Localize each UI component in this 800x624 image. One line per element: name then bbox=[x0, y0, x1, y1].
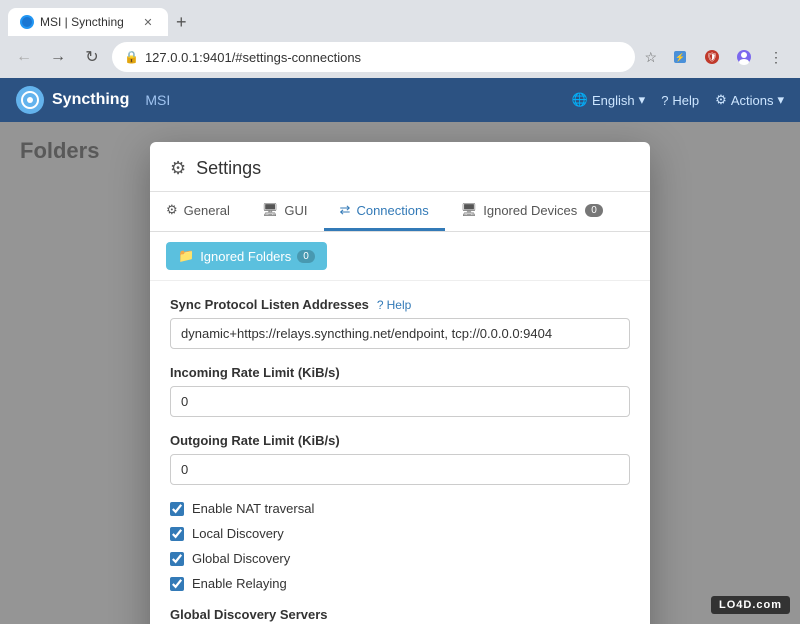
general-tab-label: General bbox=[184, 203, 230, 218]
ignored-devices-tab-label: Ignored Devices bbox=[483, 203, 577, 218]
general-tab-icon: ⚙ bbox=[166, 202, 178, 218]
modal-overlay: ⚙ Settings ⚙ General 🖥 GUI ⇄ Conne bbox=[0, 122, 800, 624]
modal-body: Sync Protocol Listen Addresses ? Help In… bbox=[150, 281, 650, 624]
svg-text:⚡: ⚡ bbox=[675, 52, 685, 62]
global-discovery-row: Global Discovery bbox=[170, 551, 630, 566]
gui-tab-icon: 🖥 bbox=[262, 202, 279, 218]
incoming-rate-label: Incoming Rate Limit (KiB/s) bbox=[170, 365, 340, 380]
tab-title: MSI | Syncthing bbox=[40, 15, 134, 29]
ignored-folders-subtab[interactable]: 📁 Ignored Folders 0 bbox=[166, 242, 327, 270]
help-icon: ? bbox=[661, 93, 668, 108]
question-icon: ? bbox=[377, 298, 384, 312]
global-discovery-servers-section: Global Discovery Servers bbox=[170, 607, 630, 624]
nat-traversal-checkbox[interactable] bbox=[170, 502, 184, 516]
listen-addresses-input[interactable] bbox=[170, 318, 630, 349]
back-button[interactable]: ← bbox=[10, 43, 38, 71]
modal-title: Settings bbox=[196, 158, 261, 179]
help-label: Help bbox=[672, 93, 699, 108]
modal-header: ⚙ Settings bbox=[150, 142, 650, 192]
ignored-folders-label: Ignored Folders bbox=[200, 249, 291, 264]
tab-close-button[interactable]: ✕ bbox=[140, 14, 156, 30]
language-chevron: ▾ bbox=[639, 92, 646, 108]
app-logo: Syncthing MSI bbox=[16, 86, 170, 114]
nat-traversal-row: Enable NAT traversal bbox=[170, 501, 630, 516]
profile-icon[interactable] bbox=[730, 43, 758, 71]
tabs-row: ⚙ General 🖥 GUI ⇄ Connections 🖥 Ignored … bbox=[150, 192, 650, 232]
extension-icon-2[interactable]: 🛡 bbox=[698, 43, 726, 71]
address-bar[interactable]: 🔒 127.0.0.1:9401/#settings-connections bbox=[112, 42, 635, 72]
language-button[interactable]: 🌐 English ▾ bbox=[572, 92, 645, 108]
lock-icon: 🔒 bbox=[124, 50, 139, 64]
listen-addresses-section: Sync Protocol Listen Addresses ? Help bbox=[170, 297, 630, 349]
local-discovery-checkbox[interactable] bbox=[170, 527, 184, 541]
folder-icon: 📁 bbox=[178, 248, 194, 264]
tab-favicon bbox=[20, 15, 34, 29]
reload-button[interactable]: ↻ bbox=[78, 43, 106, 71]
nat-traversal-label: Enable NAT traversal bbox=[192, 501, 314, 516]
help-button[interactable]: ? Help bbox=[661, 93, 699, 108]
help-label-text: Help bbox=[387, 298, 412, 312]
tab-general[interactable]: ⚙ General bbox=[150, 192, 246, 231]
outgoing-rate-section: Outgoing Rate Limit (KiB/s) bbox=[170, 433, 630, 485]
address-text: 127.0.0.1:9401/#settings-connections bbox=[145, 50, 623, 65]
listen-addresses-label: Sync Protocol Listen Addresses bbox=[170, 297, 369, 312]
global-discovery-checkbox[interactable] bbox=[170, 552, 184, 566]
local-discovery-row: Local Discovery bbox=[170, 526, 630, 541]
actions-chevron: ▾ bbox=[777, 92, 784, 108]
settings-gear-icon: ⚙ bbox=[170, 158, 186, 179]
tab-gui[interactable]: 🖥 GUI bbox=[246, 192, 324, 231]
global-discovery-label: Global Discovery bbox=[192, 551, 290, 566]
actions-button[interactable]: ⚙ Actions ▾ bbox=[715, 92, 784, 108]
watermark: LO4D.com bbox=[711, 596, 790, 614]
incoming-rate-input[interactable] bbox=[170, 386, 630, 417]
new-tab-button[interactable]: + bbox=[168, 8, 195, 36]
subtabs-row: 📁 Ignored Folders 0 bbox=[150, 232, 650, 281]
language-label: English bbox=[592, 93, 635, 108]
outgoing-rate-label: Outgoing Rate Limit (KiB/s) bbox=[170, 433, 340, 448]
ignored-folders-badge: 0 bbox=[297, 250, 315, 263]
global-discovery-servers-label-row: Global Discovery Servers bbox=[170, 607, 630, 622]
outgoing-rate-input[interactable] bbox=[170, 454, 630, 485]
gear-icon: ⚙ bbox=[715, 92, 727, 108]
connections-tab-icon: ⇄ bbox=[340, 202, 351, 218]
gui-tab-label: GUI bbox=[284, 203, 307, 218]
bookmark-button[interactable]: ☆ bbox=[641, 49, 660, 66]
checkboxes-section: Enable NAT traversal Local Discovery Glo… bbox=[170, 501, 630, 591]
listen-addresses-label-row: Sync Protocol Listen Addresses ? Help bbox=[170, 297, 630, 312]
enable-relaying-label: Enable Relaying bbox=[192, 576, 287, 591]
actions-label: Actions bbox=[731, 93, 774, 108]
instance-name: MSI bbox=[145, 92, 170, 108]
svg-text:🛡: 🛡 bbox=[706, 52, 717, 62]
logo-icon bbox=[16, 86, 44, 114]
extension-icon-1[interactable]: ⚡ bbox=[666, 43, 694, 71]
incoming-rate-section: Incoming Rate Limit (KiB/s) bbox=[170, 365, 630, 417]
listen-addresses-help[interactable]: ? Help bbox=[377, 298, 411, 312]
browser-tab[interactable]: MSI | Syncthing ✕ bbox=[8, 8, 168, 36]
tab-ignored-devices[interactable]: 🖥 Ignored Devices 0 bbox=[445, 192, 619, 231]
global-discovery-servers-label: Global Discovery Servers bbox=[170, 607, 328, 622]
outgoing-rate-label-row: Outgoing Rate Limit (KiB/s) bbox=[170, 433, 630, 448]
enable-relaying-row: Enable Relaying bbox=[170, 576, 630, 591]
forward-button[interactable]: → bbox=[44, 43, 72, 71]
local-discovery-label: Local Discovery bbox=[192, 526, 284, 541]
ignored-devices-tab-icon: 🖥 bbox=[461, 202, 478, 218]
incoming-rate-label-row: Incoming Rate Limit (KiB/s) bbox=[170, 365, 630, 380]
enable-relaying-checkbox[interactable] bbox=[170, 577, 184, 591]
settings-modal: ⚙ Settings ⚙ General 🖥 GUI ⇄ Conne bbox=[150, 142, 650, 624]
header-actions: 🌐 English ▾ ? Help ⚙ Actions ▾ bbox=[572, 92, 784, 108]
app-header: Syncthing MSI 🌐 English ▾ ? Help ⚙ Actio… bbox=[0, 78, 800, 122]
menu-button[interactable]: ⋮ bbox=[762, 43, 790, 71]
globe-icon: 🌐 bbox=[572, 92, 588, 108]
connections-tab-label: Connections bbox=[356, 203, 428, 218]
ignored-devices-badge: 0 bbox=[585, 204, 603, 217]
app-name: Syncthing bbox=[52, 91, 129, 109]
tab-connections[interactable]: ⇄ Connections bbox=[324, 192, 445, 231]
